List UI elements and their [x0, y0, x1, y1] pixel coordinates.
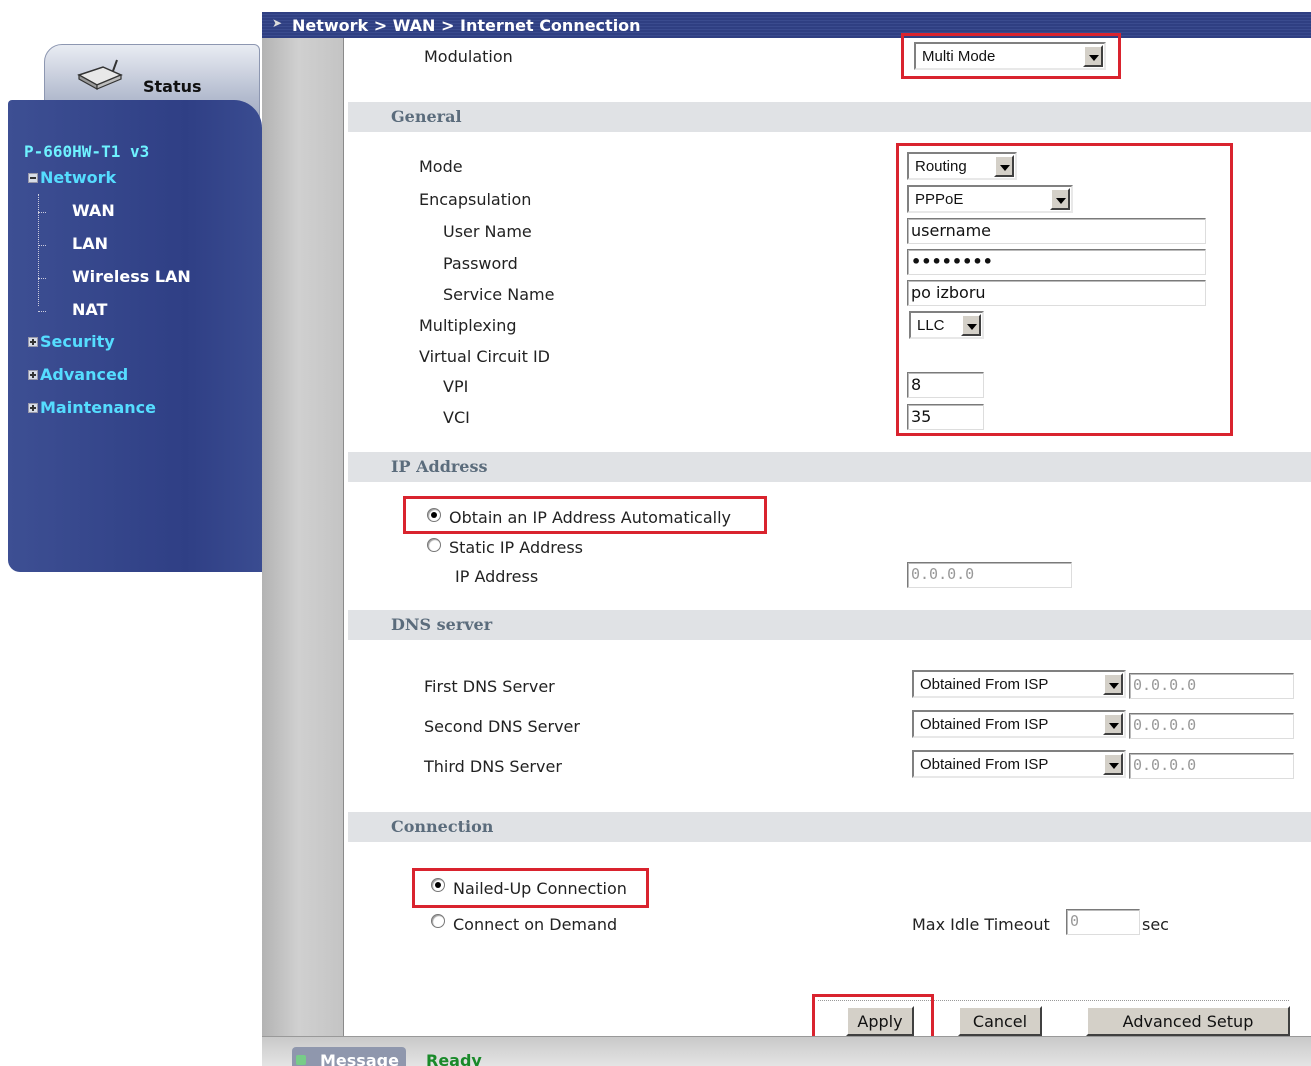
- first-dns-select[interactable]: Obtained From ISP: [912, 670, 1126, 698]
- cancel-button[interactable]: Cancel: [958, 1006, 1042, 1036]
- connect-on-demand-radio[interactable]: [431, 914, 445, 928]
- breadcrumb: Network > WAN > Internet Connection: [292, 16, 641, 35]
- sidebar-item-advanced[interactable]: Advanced: [28, 365, 128, 384]
- third-dns-label: Third DNS Server: [424, 757, 562, 776]
- chevron-down-icon: [1103, 713, 1123, 735]
- chevron-down-icon: [994, 155, 1014, 177]
- third-dns-field[interactable]: 0.0.0.0: [1129, 753, 1294, 779]
- vci-label: VCI: [443, 408, 470, 427]
- ip-address-label: IP Address: [455, 567, 539, 586]
- section-connection: Connection: [348, 812, 1311, 842]
- sidebar: Status P-660HW-T1 v3 Network WAN LAN Wir…: [8, 12, 262, 1066]
- divider: [818, 1000, 1289, 1001]
- chevron-down-icon: [1103, 673, 1123, 695]
- chevron-down-icon: [961, 314, 981, 336]
- max-idle-label: Max Idle Timeout: [912, 915, 1050, 934]
- section-ip-address: IP Address: [348, 452, 1311, 482]
- sidebar-item-wan[interactable]: WAN: [72, 201, 115, 220]
- chevron-down-icon: [1103, 753, 1123, 775]
- main-content: Modulation Multi Mode General Mode Routi…: [344, 33, 1311, 1046]
- message-icon: [296, 1055, 306, 1065]
- ip-address-field[interactable]: 0.0.0.0: [907, 562, 1072, 588]
- expand-icon: [28, 369, 38, 380]
- section-general: General: [348, 102, 1311, 132]
- status-label: Status: [143, 77, 202, 96]
- multiplexing-label: Multiplexing: [419, 316, 517, 335]
- gutter: [262, 38, 344, 1036]
- advanced-setup-button[interactable]: Advanced Setup: [1086, 1006, 1290, 1036]
- vpi-label: VPI: [443, 377, 469, 396]
- virtual-circuit-label: Virtual Circuit ID: [419, 347, 550, 366]
- service-name-field[interactable]: po izboru: [907, 280, 1206, 306]
- message-bar: Message Ready: [262, 1036, 1311, 1066]
- modulation-select[interactable]: Multi Mode: [914, 42, 1106, 70]
- second-dns-field[interactable]: 0.0.0.0: [1129, 713, 1294, 739]
- user-name-label: User Name: [443, 222, 532, 241]
- service-name-label: Service Name: [443, 285, 555, 304]
- nailed-up-radio[interactable]: [431, 878, 445, 892]
- first-dns-field[interactable]: 0.0.0.0: [1129, 673, 1294, 699]
- sidebar-item-maintenance[interactable]: Maintenance: [28, 398, 156, 417]
- password-label: Password: [443, 254, 518, 273]
- user-name-field[interactable]: username: [907, 218, 1206, 244]
- sidebar-item-network[interactable]: Network: [28, 168, 116, 187]
- router-icon: [77, 59, 123, 91]
- modulation-label: Modulation: [424, 47, 513, 66]
- max-idle-field[interactable]: 0: [1066, 909, 1140, 935]
- max-idle-unit: sec: [1142, 915, 1169, 934]
- breadcrumb-bar: ➤ Network > WAN > Internet Connection: [262, 12, 1311, 38]
- first-dns-label: First DNS Server: [424, 677, 555, 696]
- expand-icon: [28, 402, 38, 413]
- chevron-down-icon: [1050, 188, 1070, 210]
- sidebar-item-wireless-lan[interactable]: Wireless LAN: [72, 267, 191, 286]
- collapse-icon: [28, 172, 38, 183]
- vci-field[interactable]: 35: [907, 404, 984, 430]
- encapsulation-label: Encapsulation: [419, 190, 532, 209]
- status-text: Ready: [426, 1051, 482, 1066]
- multiplexing-select[interactable]: LLC: [909, 311, 984, 339]
- nailed-up-label[interactable]: Nailed-Up Connection: [453, 879, 627, 898]
- second-dns-label: Second DNS Server: [424, 717, 580, 736]
- mode-select[interactable]: Routing: [907, 152, 1017, 180]
- static-ip-radio[interactable]: [427, 538, 441, 552]
- expand-icon: [28, 336, 38, 347]
- second-dns-select[interactable]: Obtained From ISP: [912, 710, 1126, 738]
- message-label: Message: [320, 1051, 399, 1066]
- static-ip-label[interactable]: Static IP Address: [449, 538, 583, 557]
- obtain-ip-radio[interactable]: [427, 508, 441, 522]
- third-dns-select[interactable]: Obtained From ISP: [912, 750, 1126, 778]
- section-dns-server: DNS server: [348, 610, 1311, 640]
- nav-panel: P-660HW-T1 v3 Network WAN LAN Wireless L…: [8, 100, 262, 572]
- sidebar-item-security[interactable]: Security: [28, 332, 115, 351]
- connect-on-demand-label[interactable]: Connect on Demand: [453, 915, 617, 934]
- encapsulation-select[interactable]: PPPoE: [907, 185, 1073, 213]
- apply-button[interactable]: Apply: [846, 1006, 914, 1036]
- mode-label: Mode: [419, 157, 463, 176]
- obtain-ip-label[interactable]: Obtain an IP Address Automatically: [449, 508, 731, 527]
- breadcrumb-arrow-icon: ➤: [272, 16, 283, 30]
- sidebar-item-nat[interactable]: NAT: [72, 300, 107, 319]
- sidebar-item-lan[interactable]: LAN: [72, 234, 108, 253]
- vpi-field[interactable]: 8: [907, 372, 984, 398]
- password-field[interactable]: ••••••••: [907, 249, 1206, 275]
- chevron-down-icon: [1083, 45, 1103, 67]
- device-model: P-660HW-T1 v3: [24, 142, 150, 161]
